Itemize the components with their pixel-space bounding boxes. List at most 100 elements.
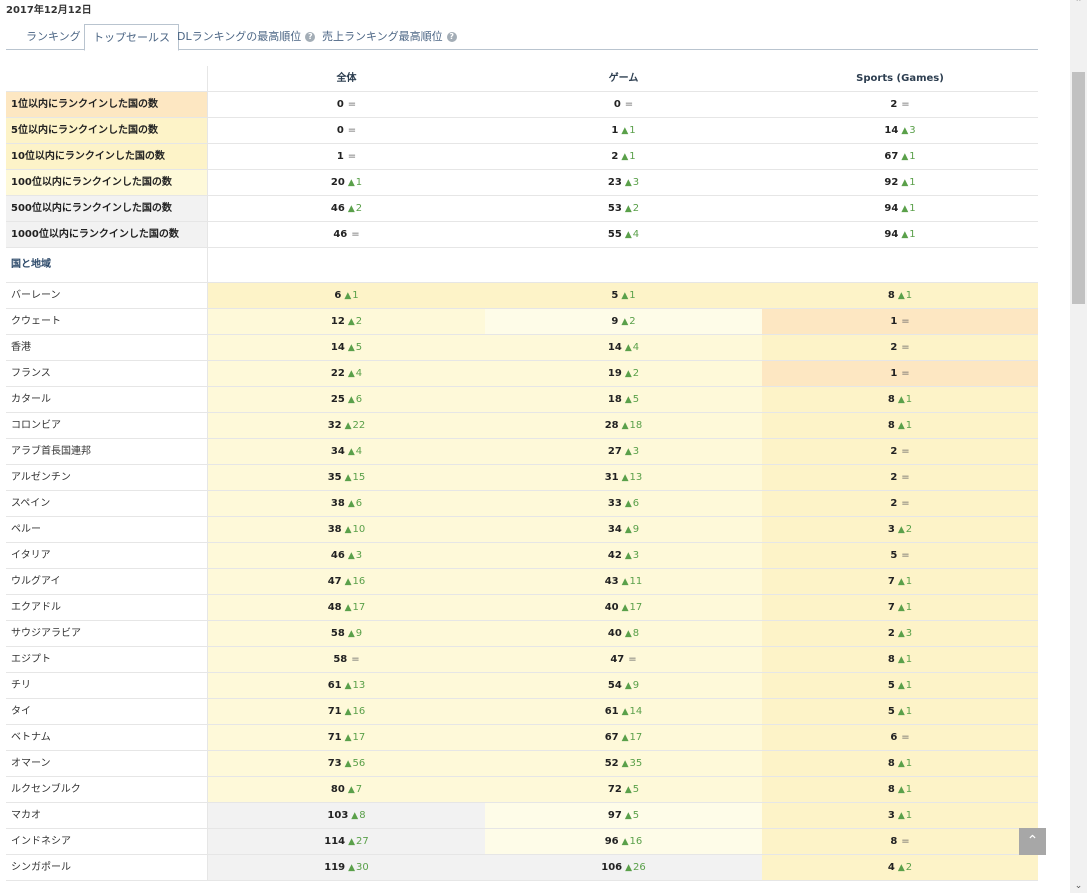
rank-value: 42	[607, 550, 622, 561]
rank-cell: 463	[208, 543, 485, 568]
rank-value: 2	[890, 446, 898, 457]
tab-label: ランキング	[26, 30, 81, 43]
rank-value: 38	[327, 524, 342, 535]
rank-value: 5	[611, 290, 619, 301]
rank-cell: 31	[762, 803, 1038, 828]
country-name[interactable]: スペイン	[6, 491, 208, 516]
back-to-top-button[interactable]: ⌃	[1019, 828, 1046, 855]
rank-cell: 3810	[208, 517, 485, 542]
rank-value: 46	[333, 229, 348, 240]
country-name[interactable]: イタリア	[6, 543, 208, 568]
rank-cell: 4716	[208, 569, 485, 594]
country-name[interactable]: マカオ	[6, 803, 208, 828]
rank-change: 1	[348, 177, 362, 188]
rank-change: 6	[625, 498, 639, 509]
rank-cell: 554	[485, 222, 762, 247]
rank-cell: 4817	[208, 595, 485, 620]
rank-value: 58	[330, 628, 345, 639]
rank-cell: 941	[762, 196, 1038, 221]
rank-change: 1	[898, 420, 912, 431]
country-name[interactable]: ウルグアイ	[6, 569, 208, 594]
rank-cell: 423	[485, 543, 762, 568]
country-name[interactable]: アルゼンチン	[6, 465, 208, 490]
rank-cell: 233	[485, 170, 762, 195]
tab-dl-best-rank[interactable]: DLランキングの最高順位 ?	[169, 24, 323, 50]
rank-value: 80	[330, 784, 345, 795]
table-row: エジプト58=47=81	[6, 647, 1038, 673]
rank-cell: 921	[762, 170, 1038, 195]
rank-change: 30	[348, 862, 369, 873]
scrollbar-thumb[interactable]	[1072, 72, 1085, 304]
rank-cell: 589	[208, 621, 485, 646]
rank-value: 1	[336, 151, 344, 162]
country-name[interactable]: アラブ首長国連邦	[6, 439, 208, 464]
rank-cell: 8 =	[762, 829, 1038, 854]
rank-change: 1	[901, 177, 915, 188]
country-name[interactable]: カタール	[6, 387, 208, 412]
rank-cell: 143	[762, 118, 1038, 143]
chevron-down-icon[interactable]: ⌄	[1073, 881, 1084, 891]
rank-change: 2	[625, 203, 639, 214]
rank-value: 34	[607, 524, 622, 535]
section-row: 国と地域	[6, 248, 1038, 283]
rank-cell: 1 =	[762, 361, 1038, 386]
summary-row: 5位以内にランクインした国の数0=11143	[6, 118, 1038, 144]
vertical-scrollbar[interactable]: ⌃ ⌄	[1070, 0, 1087, 893]
country-name[interactable]: 香港	[6, 335, 208, 360]
country-name[interactable]: チリ	[6, 673, 208, 698]
rank-value: 31	[604, 472, 619, 483]
rank-value: 96	[604, 836, 619, 847]
rank-cell: 81	[762, 751, 1038, 776]
rank-change: 2	[348, 316, 362, 327]
rank-change: 3	[348, 550, 362, 561]
country-name[interactable]: サウジアラビア	[6, 621, 208, 646]
rank-cell: 462	[208, 196, 485, 221]
country-name[interactable]: ルクセンブルク	[6, 777, 208, 802]
chevron-up-icon: ⌃	[1026, 833, 1039, 849]
country-name[interactable]: コロンビア	[6, 413, 208, 438]
rank-value: 6	[334, 290, 342, 301]
country-name[interactable]: フランス	[6, 361, 208, 386]
rank-cell: 224	[208, 361, 485, 386]
rank-change: 16	[622, 836, 643, 847]
rank-cell: 10626	[485, 855, 762, 880]
rank-change: 1	[901, 203, 915, 214]
rank-cell: 0 =	[485, 92, 762, 117]
rank-change: 17	[345, 602, 366, 613]
rank-value: 20	[330, 177, 345, 188]
country-name[interactable]: シンガポール	[6, 855, 208, 880]
rank-value: 18	[607, 394, 622, 405]
rank-value: 97	[607, 810, 622, 821]
tab-top-sales[interactable]: トップセールス	[84, 24, 179, 51]
country-name[interactable]: エクアドル	[6, 595, 208, 620]
rank-cell: 71	[762, 595, 1038, 620]
country-name[interactable]: クウェート	[6, 309, 208, 334]
tab-label: 売上ランキング最高順位	[322, 30, 443, 43]
column-header[interactable]: Sports (Games)	[762, 66, 1038, 91]
rank-cell: 192	[485, 361, 762, 386]
rank-value: 54	[607, 680, 622, 691]
report-date: 2017年12月12日	[6, 5, 92, 16]
tab-ranking[interactable]: ランキング	[18, 24, 89, 50]
help-icon[interactable]: ?	[446, 32, 457, 42]
rank-cell: 51	[762, 699, 1038, 724]
rank-value: 8	[887, 420, 895, 431]
country-name[interactable]: エジプト	[6, 647, 208, 672]
column-header[interactable]: 全体	[208, 66, 485, 91]
rank-value: 2	[890, 472, 898, 483]
rank-value: 25	[330, 394, 345, 405]
tab-sales-best-rank[interactable]: 売上ランキング最高順位 ?	[314, 24, 465, 50]
country-name[interactable]: バーレーン	[6, 283, 208, 308]
country-name[interactable]: ベトナム	[6, 725, 208, 750]
column-header[interactable]: ゲーム	[485, 66, 762, 91]
rank-value: 2	[887, 628, 895, 639]
country-name[interactable]: タイ	[6, 699, 208, 724]
rank-change: 1	[898, 394, 912, 405]
country-name[interactable]: オマーン	[6, 751, 208, 776]
rank-change: 13	[622, 472, 643, 483]
country-name[interactable]: ペルー	[6, 517, 208, 542]
rank-value: 46	[330, 203, 345, 214]
chevron-up-icon[interactable]: ⌃	[1073, 0, 1084, 8]
rank-change: 3	[898, 628, 912, 639]
country-name[interactable]: インドネシア	[6, 829, 208, 854]
